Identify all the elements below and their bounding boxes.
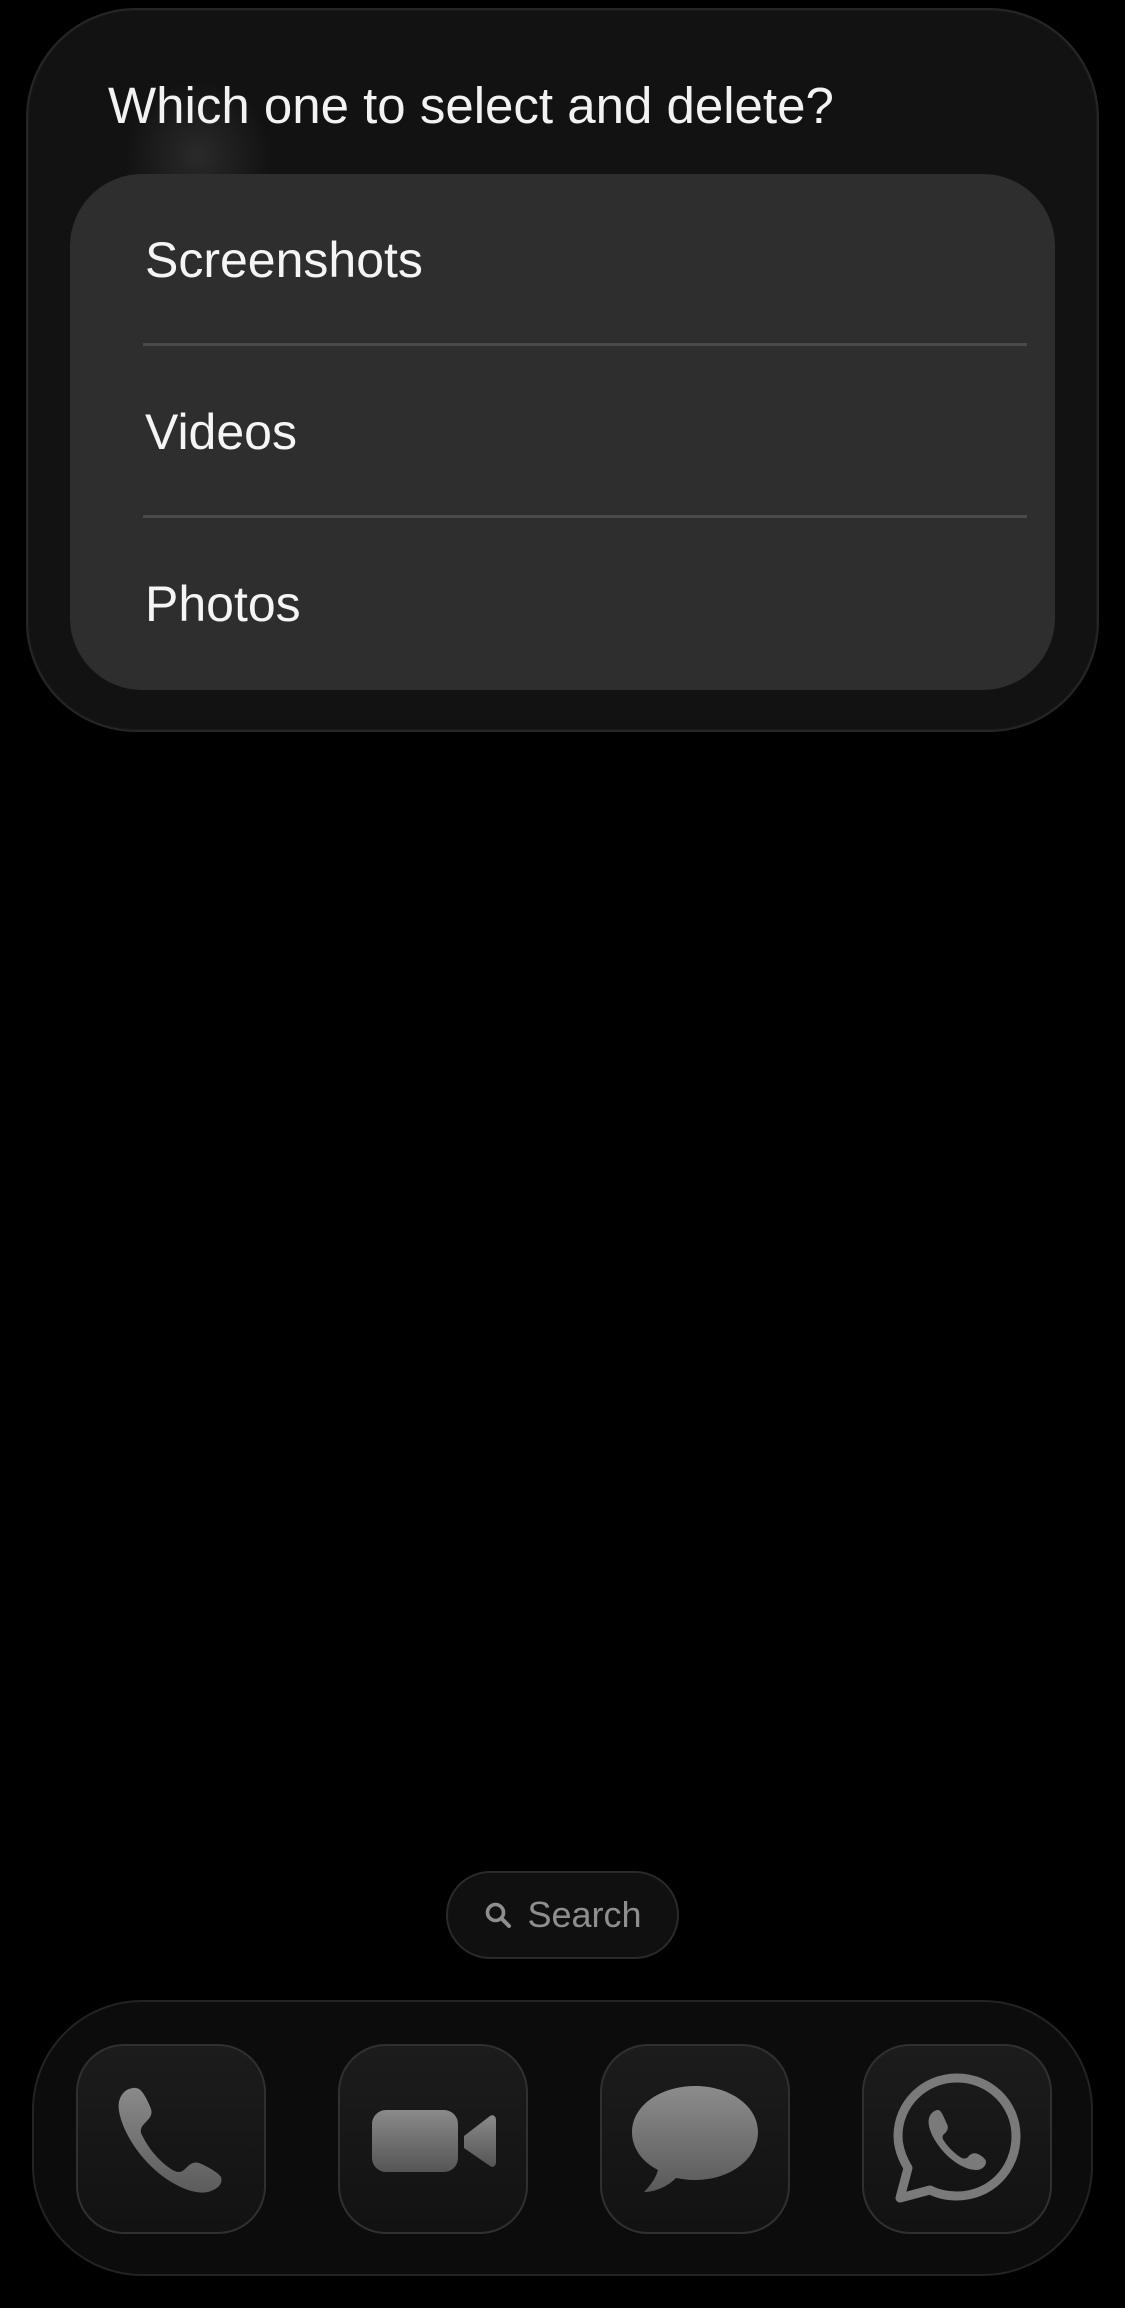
options-list: Screenshots Videos Photos <box>70 174 1055 690</box>
search-label: Search <box>527 1894 642 1935</box>
prompt-title: Which one to select and delete? <box>108 77 834 134</box>
option-screenshots[interactable]: Screenshots <box>70 174 1055 346</box>
selection-prompt-sheet: Which one to select and delete? Screensh… <box>26 8 1099 732</box>
phone-icon <box>118 2087 222 2193</box>
option-label: Screenshots <box>145 232 423 288</box>
phone-app-icon[interactable] <box>76 2044 266 2234</box>
spotlight-search-button[interactable]: Search <box>446 1871 679 1959</box>
option-label: Photos <box>145 576 301 632</box>
whatsapp-app-icon[interactable] <box>862 2044 1052 2234</box>
home-screen: Which one to select and delete? Screensh… <box>0 0 1125 2308</box>
facetime-video-icon <box>372 2110 496 2172</box>
option-videos[interactable]: Videos <box>70 346 1055 518</box>
option-photos[interactable]: Photos <box>70 518 1055 690</box>
search-icon <box>486 1902 512 1928</box>
messages-icon <box>632 2086 758 2192</box>
messages-app-icon[interactable] <box>600 2044 790 2234</box>
whatsapp-icon <box>893 2073 1021 2203</box>
dock <box>32 2000 1093 2276</box>
facetime-app-icon[interactable] <box>338 2044 528 2234</box>
option-label: Videos <box>145 404 297 460</box>
